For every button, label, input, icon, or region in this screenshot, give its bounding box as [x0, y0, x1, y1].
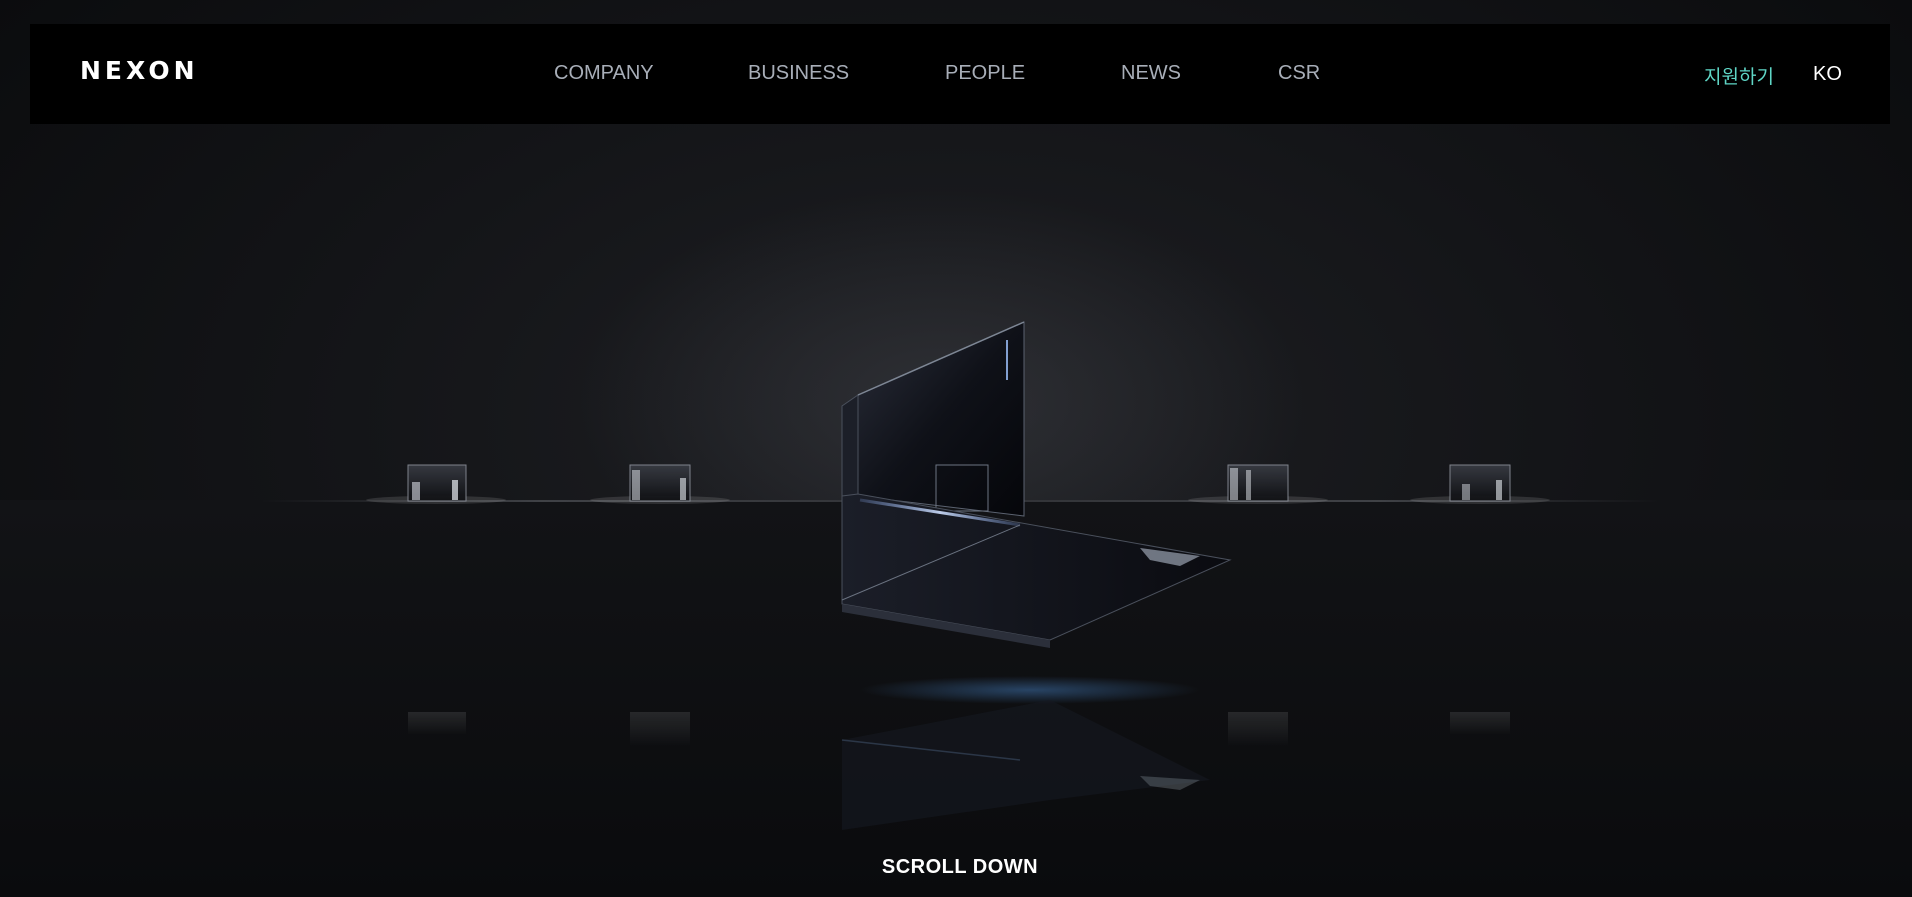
nav-item-csr[interactable]: CSR: [1278, 62, 1320, 85]
nav-item-news[interactable]: NEWS: [1121, 62, 1181, 85]
nav-item-company[interactable]: COMPANY: [554, 62, 654, 85]
glass-cube-3: [1188, 464, 1328, 504]
site-header: NEXON COMPANY BUSINESS PEOPLE NEWS CSR 지…: [30, 24, 1890, 124]
nav-item-people[interactable]: PEOPLE: [945, 62, 1025, 85]
main-nav: COMPANY BUSINESS PEOPLE NEWS CSR: [30, 24, 1890, 124]
floor-blue-glow: [860, 676, 1200, 704]
glass-cube-2: [590, 464, 730, 504]
scroll-down-indicator[interactable]: SCROLL DOWN: [0, 856, 1912, 879]
hero-section: NEXON COMPANY BUSINESS PEOPLE NEWS CSR 지…: [0, 0, 1912, 897]
nav-item-business[interactable]: BUSINESS: [748, 62, 849, 85]
hero-illustration: [366, 321, 1550, 830]
language-selector[interactable]: KO: [1813, 63, 1842, 86]
glass-cube-4: [1410, 464, 1550, 504]
glass-cube-1: [366, 464, 506, 504]
glass-centerpiece: [841, 321, 1232, 648]
glass-reflection: [408, 700, 1510, 830]
apply-link[interactable]: 지원하기: [1704, 62, 1774, 89]
